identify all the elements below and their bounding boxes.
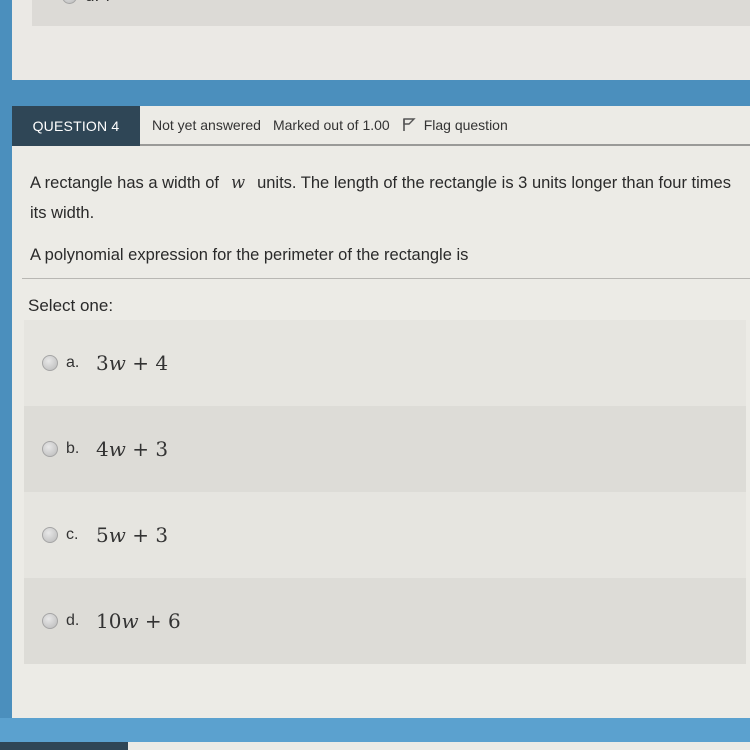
option-expression: 4w + 3 xyxy=(96,437,169,461)
option-letter: b. xyxy=(66,440,80,457)
radio-button[interactable] xyxy=(42,527,58,543)
answer-state: Not yet answered xyxy=(152,117,261,133)
option-expression: 5w + 3 xyxy=(96,523,169,547)
option-b[interactable]: b. 4w + 3 xyxy=(24,406,746,492)
marks-label: Marked out of 1.00 xyxy=(272,117,390,133)
radio-button[interactable] xyxy=(42,441,58,457)
previous-answer-block: d. 7 xyxy=(32,0,750,26)
question-number: QUESTION 4 xyxy=(12,106,140,146)
option-letter: d. 7 xyxy=(85,0,113,6)
option-letter: c. xyxy=(66,526,79,543)
question-text: A rectangle has a width of w units. The le… xyxy=(30,168,750,282)
radio-button[interactable] xyxy=(42,613,58,629)
radio-button[interactable] xyxy=(62,0,77,4)
answer-options: a. 3w + 4 b. 4w + 3 c. 5w + 3 d. 10w + 6 xyxy=(24,320,746,664)
option-a[interactable]: a. 3w + 4 xyxy=(24,320,746,406)
next-question-badge xyxy=(0,742,128,750)
divider xyxy=(22,278,750,279)
radio-button[interactable] xyxy=(42,355,58,371)
option-expression: 10w + 6 xyxy=(96,609,181,633)
option-d[interactable]: d. 10w + 6 xyxy=(24,578,746,664)
question-status-bar: Not yet answered Marked out of 1.00 Flag… xyxy=(140,106,750,146)
question-card: QUESTION 4 Not yet answered Marked out o… xyxy=(12,106,750,722)
question-paragraph-2: A polynomial expression for the perimete… xyxy=(30,246,469,264)
question-paragraph-1: A rectangle has a width of w units. The le… xyxy=(30,173,731,222)
option-letter: d. xyxy=(66,612,80,629)
previous-option-d[interactable]: d. 7 xyxy=(62,0,113,6)
flag-icon xyxy=(402,118,416,131)
select-prompt: Select one: xyxy=(28,296,114,315)
option-c[interactable]: c. 5w + 3 xyxy=(24,492,746,578)
option-letter: a. xyxy=(66,354,80,371)
flag-question-label: Flag question xyxy=(423,117,508,133)
flag-question-button[interactable]: Flag question xyxy=(402,117,508,133)
next-question-header xyxy=(128,742,750,750)
option-expression: 3w + 4 xyxy=(96,351,169,375)
math-variable: w xyxy=(230,173,246,192)
page-background-strip xyxy=(0,718,750,742)
previous-question-card: d. 7 xyxy=(12,0,750,80)
